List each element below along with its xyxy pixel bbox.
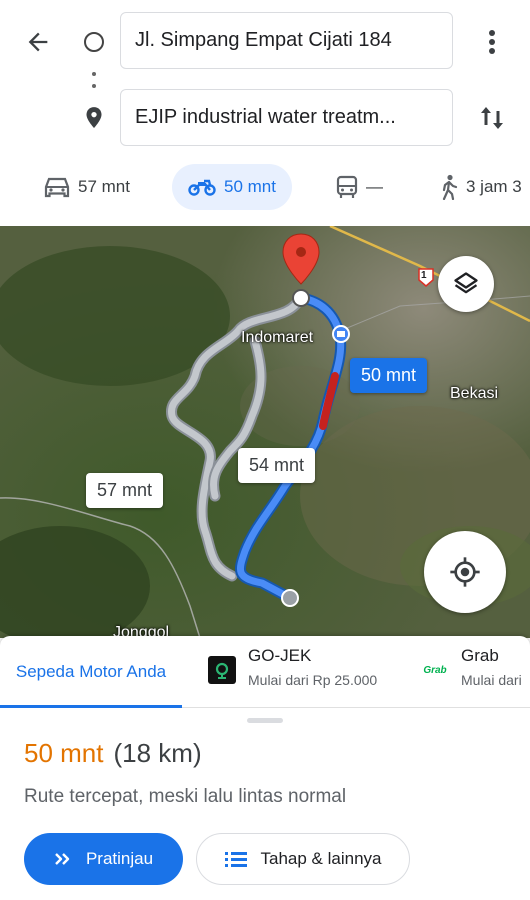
back-arrow-icon <box>28 32 48 52</box>
mode-car-label: 57 mnt <box>78 177 130 196</box>
tab-own-motorcycle[interactable]: Sepeda Motor Anda <box>0 636 182 708</box>
mode-car[interactable]: 57 mnt <box>44 164 130 210</box>
back-button[interactable] <box>18 22 58 62</box>
grab-logo-icon: Grab <box>421 656 449 684</box>
place-label-bekasi: Bekasi <box>450 385 499 402</box>
preview-button[interactable]: Pratinjau <box>24 833 183 885</box>
route-duration: 50 mnt (18 km) <box>24 738 202 769</box>
ride-provider-tabs: Sepeda Motor Anda GO-JEK Mulai dari Rp 2… <box>0 636 530 708</box>
origin-input[interactable]: Jl. Simpang Empat Cijati 184 <box>120 12 453 69</box>
steps-button-label: Tahap & lainnya <box>260 849 382 868</box>
route-label-alt-2[interactable]: 57 mnt <box>86 473 164 508</box>
gojek-name: GO-JEK <box>248 646 312 665</box>
my-location-icon <box>450 557 480 587</box>
tab-grab[interactable]: Grab Grab Mulai dari <box>421 646 522 700</box>
route-label-primary[interactable]: 50 mnt <box>350 358 428 393</box>
steps-more-button[interactable]: Tahap & lainnya <box>196 833 410 885</box>
grab-name: Grab <box>461 646 499 665</box>
route-distance: (18 km) <box>113 738 202 768</box>
route-label-alt-1[interactable]: 54 mnt <box>238 448 316 483</box>
layers-button[interactable] <box>438 256 494 312</box>
mode-transit[interactable]: — <box>336 164 383 210</box>
route-connector-dots <box>92 72 96 88</box>
travel-mode-tabs: 57 mnt 50 mnt — 3 jam 3 <box>0 162 530 212</box>
preview-button-label: Pratinjau <box>85 849 154 868</box>
mode-walk[interactable]: 3 jam 3 <box>440 164 522 210</box>
destination-pin-icon <box>86 107 102 128</box>
double-chevron-icon <box>55 853 70 865</box>
directions-header: Jl. Simpang Empat Cijati 184 EJIP indust… <box>0 0 530 226</box>
destination-input[interactable]: EJIP industrial water treatm... <box>120 89 453 146</box>
route-time: 50 mnt <box>24 738 104 768</box>
more-options-button[interactable] <box>472 22 512 62</box>
walk-icon <box>442 174 458 200</box>
my-location-button[interactable] <box>424 531 506 613</box>
layers-icon <box>454 272 478 294</box>
motorcycle-icon <box>188 179 216 196</box>
origin-circle-icon <box>84 32 104 52</box>
mode-motorcycle[interactable]: 50 mnt <box>172 164 292 210</box>
list-icon <box>224 852 247 867</box>
swap-locations-button[interactable] <box>472 98 512 138</box>
gojek-price: Mulai dari Rp 25.000 <box>248 672 378 688</box>
sheet-drag-handle[interactable] <box>247 718 283 723</box>
mode-motorcycle-label: 50 mnt <box>224 177 276 196</box>
gojek-logo-icon <box>208 656 236 684</box>
map-view[interactable]: Indomaret Bekasi Jonggol 1 50 mnt 54 mnt… <box>0 226 530 638</box>
mode-walk-label: 3 jam 3 <box>466 177 522 196</box>
poi-label-indomaret[interactable]: Indomaret <box>241 329 313 347</box>
more-vert-icon <box>489 30 495 54</box>
grab-price: Mulai dari <box>461 672 522 688</box>
directions-screen: Jl. Simpang Empat Cijati 184 EJIP indust… <box>0 0 530 900</box>
tab-gojek[interactable]: GO-JEK Mulai dari Rp 25.000 <box>208 646 377 700</box>
route-bottom-sheet: Sepeda Motor Anda GO-JEK Mulai dari Rp 2… <box>0 636 530 900</box>
highway-shield-label: 1 <box>421 270 427 281</box>
route-summary: Rute tercepat, meski lalu lintas normal <box>24 786 347 807</box>
car-icon <box>44 177 70 198</box>
transit-icon <box>336 175 358 198</box>
swap-vert-icon <box>481 107 503 129</box>
mode-transit-label: — <box>366 177 383 196</box>
